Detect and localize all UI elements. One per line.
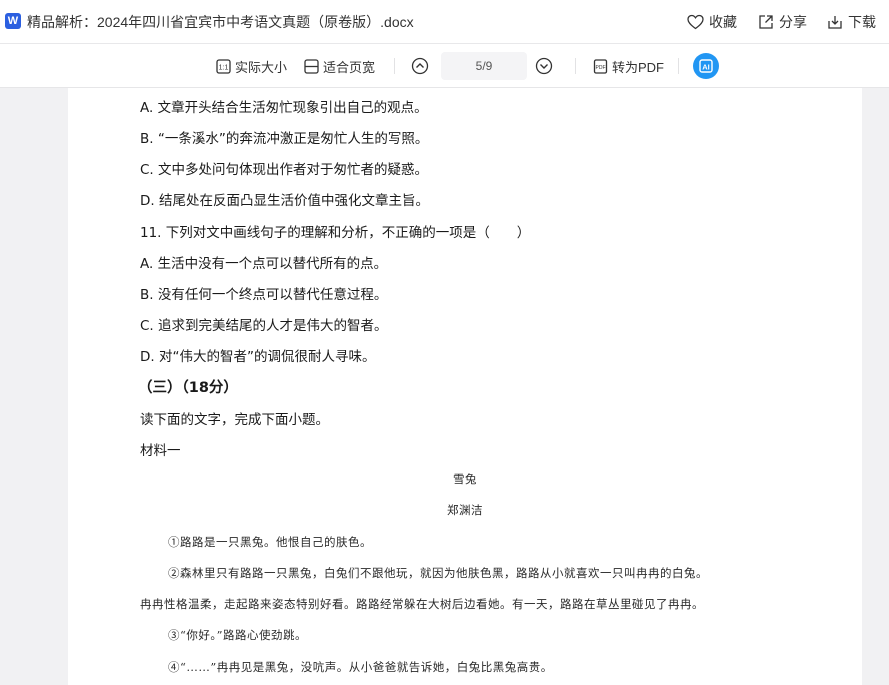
pdf-icon: PDF <box>593 58 608 74</box>
passage-author: 郑渊洁 <box>447 503 483 517</box>
convert-pdf-label: 转为PDF <box>612 59 665 75</box>
toolbar-divider <box>678 58 679 74</box>
option-line: A. 文章开头结合生活匆忙现象引出自己的观点。 <box>140 100 428 116</box>
svg-text:PDF: PDF <box>596 65 606 71</box>
actual-size-button[interactable]: 1:1 实际大小 <box>216 56 287 76</box>
share-icon <box>759 15 773 29</box>
share-button[interactable]: 分享 <box>758 12 807 32</box>
section-heading: （三）（18分） <box>138 380 238 396</box>
option-line: D. 对“伟大的智者”的调侃很耐人寻味。 <box>140 349 376 365</box>
page-indicator[interactable]: 5/9 <box>441 52 527 80</box>
fit-width-label: 适合页宽 <box>323 59 376 75</box>
passage-paragraph: 冉冉性格温柔，走起路来姿态特别好看。路路经常躲在大树后边看她。有一天，路路在草丛… <box>140 597 704 611</box>
instruction-text: 读下面的文字，完成下面小题。 <box>140 412 329 428</box>
passage-paragraph: ①路路是一只黑兔。他恨自己的肤色。 <box>168 535 372 549</box>
toolbar-divider <box>394 58 395 74</box>
fit-width-button[interactable]: 适合页宽 <box>304 56 375 76</box>
option-line: D. 结尾处在反面凸显生活价值中强化文章主旨。 <box>140 193 429 209</box>
passage-paragraph: ③“你好。”路路心使劲跳。 <box>168 628 308 642</box>
favorite-label: 收藏 <box>709 14 737 30</box>
convert-pdf-button[interactable]: PDF 转为PDF <box>593 56 664 76</box>
question-line: 11. 下列对文中画线句子的理解和分析，不正确的一项是（ ） <box>140 225 531 241</box>
option-line: A. 生活中没有一个点可以替代所有的点。 <box>140 256 388 272</box>
option-line: B. 没有任何一个终点可以替代任意过程。 <box>140 287 388 303</box>
word-icon: W <box>5 13 21 29</box>
actual-size-icon: 1:1 <box>216 58 231 74</box>
page-up-icon[interactable] <box>411 57 429 75</box>
material-label: 材料一 <box>140 443 181 459</box>
download-icon <box>828 16 842 29</box>
title-bar: W 精品解析：2024年四川省宜宾市中考语文真题（原卷版）.docx 收藏 分享… <box>0 0 889 44</box>
share-label: 分享 <box>779 14 807 30</box>
toolbar-divider <box>575 58 576 74</box>
ai-assistant-button[interactable]: AI <box>693 53 719 79</box>
download-button[interactable]: 下载 <box>827 12 876 32</box>
favorite-button[interactable]: 收藏 <box>687 12 737 32</box>
fit-width-icon <box>304 58 319 74</box>
actual-size-label: 实际大小 <box>235 59 288 75</box>
svg-text:AI: AI <box>702 63 710 72</box>
document-title: 精品解析：2024年四川省宜宾市中考语文真题（原卷版）.docx <box>27 14 414 30</box>
option-line: C. 追求到完美结尾的人才是伟大的智者。 <box>140 318 388 334</box>
ai-assistant-icon: AI <box>699 59 713 73</box>
passage-title: 雪兔 <box>453 472 477 486</box>
passage-paragraph: ④“……”冉冉见是黑兔，没吭声。从小爸爸就告诉她，白兔比黑兔高贵。 <box>168 660 553 674</box>
heart-icon <box>687 14 704 30</box>
download-label: 下载 <box>848 14 876 30</box>
svg-text:1:1: 1:1 <box>219 64 229 71</box>
option-line: C. 文中多处问句体现出作者对于匆忙者的疑惑。 <box>140 162 429 178</box>
page-down-icon[interactable] <box>535 57 553 75</box>
option-line: B. “一条溪水”的奔流冲激正是匆忙人生的写照。 <box>140 131 429 147</box>
document-page: A. 文章开头结合生活匆忙现象引出自己的观点。 B. “一条溪水”的奔流冲激正是… <box>68 88 862 685</box>
passage-paragraph: ②森林里只有路路一只黑兔，白兔们不跟他玩，就因为他肤色黑，路路从小就喜欢一只叫冉… <box>168 566 708 580</box>
viewer-toolbar: 1:1 实际大小 适合页宽 5/9 PDF 转为PDF <box>0 44 889 88</box>
